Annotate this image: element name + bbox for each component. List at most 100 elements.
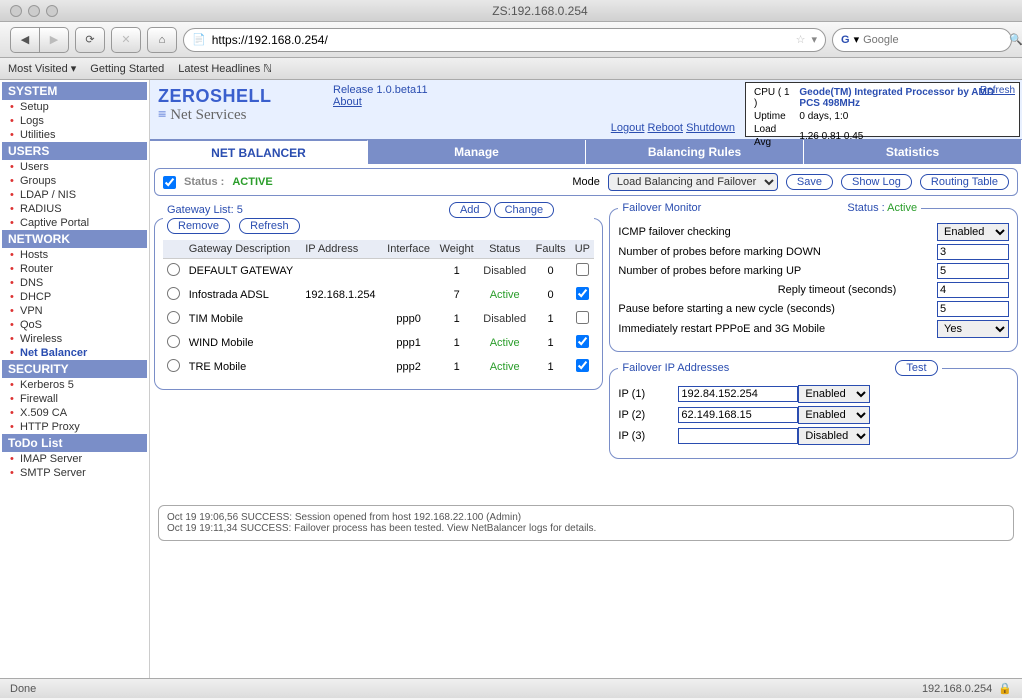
status-checkbox[interactable] (163, 176, 176, 189)
sidebar-item-net-balancer[interactable]: Net Balancer (2, 346, 147, 360)
bookmark-latest-headlines[interactable]: Latest Headlines ℕ (178, 62, 272, 75)
ip-state-select-3[interactable]: Disabled (798, 427, 870, 445)
shutdown-link[interactable]: Shutdown (686, 122, 735, 134)
sidebar-item-firewall[interactable]: Firewall (2, 392, 147, 406)
sidebar-item-wireless[interactable]: Wireless (2, 332, 147, 346)
ip-input-3[interactable] (678, 428, 798, 444)
menu-header: NETWORK (2, 230, 147, 248)
forward-button[interactable]: ▶ (39, 27, 69, 53)
sidebar-item-hosts[interactable]: Hosts (2, 248, 147, 262)
icmp-select[interactable]: Enabled (937, 223, 1009, 241)
sidebar-item-http-proxy[interactable]: HTTP Proxy (2, 420, 147, 434)
url-bar[interactable]: 📄 ☆ ▾ (183, 28, 826, 52)
gw-up-checkbox[interactable] (576, 311, 589, 324)
probes-down-input[interactable] (937, 244, 1009, 260)
table-row[interactable]: DEFAULT GATEWAY1Disabled0 (163, 259, 594, 284)
sidebar-item-imap-server[interactable]: IMAP Server (2, 452, 147, 466)
sidebar-item-users[interactable]: Users (2, 160, 147, 174)
show-log-button[interactable]: Show Log (841, 174, 912, 190)
reply-timeout-input[interactable] (937, 282, 1009, 298)
sidebar-item-qos[interactable]: QoS (2, 318, 147, 332)
gw-radio[interactable] (167, 311, 180, 324)
menu-header: SECURITY (2, 360, 147, 378)
ip-input-2[interactable] (678, 407, 798, 423)
reload-button[interactable]: ⟳ (75, 27, 105, 53)
table-row[interactable]: TRE Mobileppp21Active1 (163, 355, 594, 379)
sidebar-item-x-509-ca[interactable]: X.509 CA (2, 406, 147, 420)
table-row[interactable]: TIM Mobileppp01Disabled1 (163, 307, 594, 331)
sidebar-item-smtp-server[interactable]: SMTP Server (2, 466, 147, 480)
bookmark-most-visited[interactable]: Most Visited ▾ (8, 62, 76, 75)
probes-up-input[interactable] (937, 263, 1009, 279)
mode-select[interactable]: Load Balancing and Failover (608, 173, 778, 191)
home-button[interactable]: ⌂ (147, 27, 177, 53)
logout-link[interactable]: Logout (611, 122, 645, 134)
ip-state-select-1[interactable]: Enabled (798, 385, 870, 403)
url-input[interactable] (212, 33, 790, 47)
gw-up-checkbox[interactable] (576, 287, 589, 300)
sidebar-item-router[interactable]: Router (2, 262, 147, 276)
window-title: ZS:192.168.0.254 (58, 4, 1022, 18)
minimize-icon[interactable] (28, 5, 40, 17)
log-line: Oct 19 19:06,56 SUCCESS: Session opened … (167, 512, 1005, 523)
tab-net-balancer[interactable]: NET BALANCER (150, 140, 368, 164)
menu-header: ToDo List (2, 434, 147, 452)
stop-button[interactable]: ✕ (111, 27, 141, 53)
about-link[interactable]: About (333, 96, 362, 108)
zoom-icon[interactable] (46, 5, 58, 17)
close-icon[interactable] (10, 5, 22, 17)
gw-radio[interactable] (167, 335, 180, 348)
restart-select[interactable]: Yes (937, 320, 1009, 338)
google-icon: G (841, 34, 850, 46)
sidebar-item-setup[interactable]: Setup (2, 100, 147, 114)
sidebar-item-radius[interactable]: RADIUS (2, 202, 147, 216)
table-row[interactable]: Infostrada ADSL192.168.1.2547Active0 (163, 283, 594, 307)
back-button[interactable]: ◀ (10, 27, 40, 53)
tab-manage[interactable]: Manage (368, 140, 586, 164)
save-button[interactable]: Save (786, 174, 833, 190)
gw-add-button[interactable]: Add (449, 202, 491, 218)
test-button[interactable]: Test (895, 360, 937, 376)
gw-remove-button[interactable]: Remove (167, 218, 230, 234)
gw-radio[interactable] (167, 287, 180, 300)
search-input[interactable] (863, 34, 1005, 46)
sidebar-item-utilities[interactable]: Utilities (2, 128, 147, 142)
gw-up-checkbox[interactable] (576, 359, 589, 372)
reboot-link[interactable]: Reboot (648, 122, 683, 134)
cpu-refresh-link[interactable]: Refresh (980, 85, 1015, 96)
release-text: Release 1.0.beta11 (333, 84, 428, 96)
gw-up-checkbox[interactable] (576, 335, 589, 348)
gw-radio[interactable] (167, 359, 180, 372)
gw-faults: 1 (531, 355, 570, 379)
status-row: Status : ACTIVE Mode Load Balancing and … (154, 168, 1018, 196)
sidebar-item-captive-portal[interactable]: Captive Portal (2, 216, 147, 230)
routing-table-button[interactable]: Routing Table (920, 174, 1009, 190)
pause-input[interactable] (937, 301, 1009, 317)
ip-input-1[interactable] (678, 386, 798, 402)
table-row[interactable]: WIND Mobileppp11Active1 (163, 331, 594, 355)
gw-radio[interactable] (167, 263, 180, 276)
failover-ip-row: IP (3) Disabled (618, 427, 1009, 445)
ip-state-select-2[interactable]: Enabled (798, 406, 870, 424)
ip-label: IP (1) (618, 388, 678, 400)
gw-change-button[interactable]: Change (494, 202, 555, 218)
gw-col: Gateway Description (185, 240, 301, 259)
search-icon[interactable]: 🔍 (1009, 33, 1022, 46)
menu-header: USERS (2, 142, 147, 160)
sidebar-item-vpn[interactable]: VPN (2, 304, 147, 318)
search-bar[interactable]: G▾ 🔍 (832, 28, 1012, 52)
dropdown-icon[interactable]: ▾ (811, 33, 817, 46)
star-icon[interactable]: ☆ (796, 33, 806, 46)
sidebar-item-dhcp[interactable]: DHCP (2, 290, 147, 304)
bookmark-getting-started[interactable]: Getting Started (90, 63, 164, 75)
gw-up-checkbox[interactable] (576, 263, 589, 276)
sidebar-item-groups[interactable]: Groups (2, 174, 147, 188)
sidebar-item-dns[interactable]: DNS (2, 276, 147, 290)
gw-refresh-button[interactable]: Refresh (239, 218, 300, 234)
sidebar-item-ldap-nis[interactable]: LDAP / NIS (2, 188, 147, 202)
sidebar-item-logs[interactable]: Logs (2, 114, 147, 128)
traffic-lights (0, 5, 58, 17)
gw-col: Weight (435, 240, 479, 259)
uptime-value: 0 days, 1:0 (797, 111, 1013, 122)
sidebar-item-kerberos-5[interactable]: Kerberos 5 (2, 378, 147, 392)
